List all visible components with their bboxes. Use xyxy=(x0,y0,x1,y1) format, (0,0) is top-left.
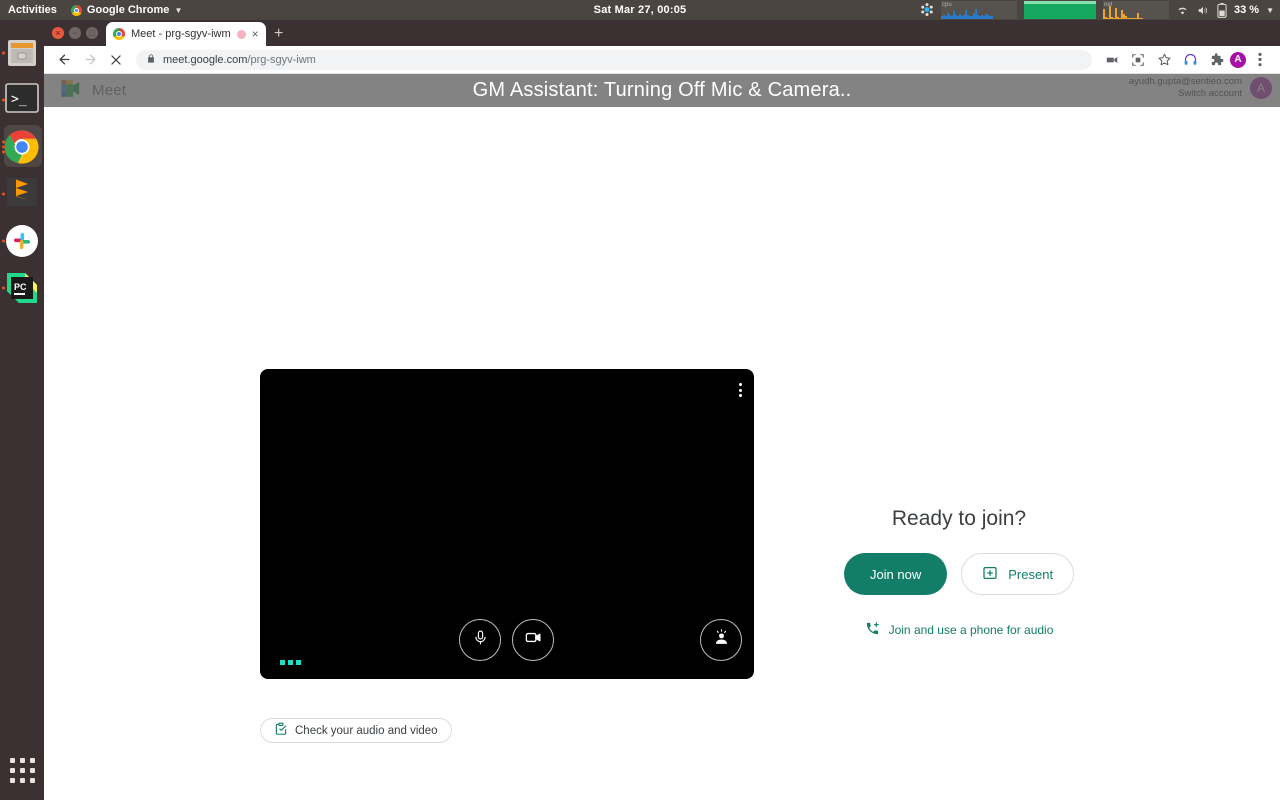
ready-to-join-title: Ready to join? xyxy=(891,507,1027,530)
network-graph-label: net xyxy=(1104,2,1113,8)
preview-controls xyxy=(260,619,754,665)
dock-item-slack[interactable] xyxy=(0,217,44,264)
meet-product-name: Meet xyxy=(92,82,127,99)
dock-item-google-chrome[interactable] xyxy=(0,123,44,170)
check-audio-video-button[interactable]: Check your audio and video xyxy=(260,718,452,743)
extensions-puzzle-icon[interactable] xyxy=(1204,48,1228,72)
dock-item-sublime-text[interactable] xyxy=(0,170,44,217)
meet-header: Meet ayudh.gupta@sentieo.com Switch acco… xyxy=(44,74,1280,107)
phone-audio-label: Join and use a phone for audio xyxy=(888,623,1054,637)
three-dot-menu-icon[interactable] xyxy=(1248,48,1272,72)
page-content: Meet ayudh.gupta@sentieo.com Switch acco… xyxy=(44,74,1280,800)
profile-avatar[interactable]: A xyxy=(1230,51,1246,68)
preview-more-options-icon[interactable] xyxy=(739,383,742,397)
gnome-top-bar: Activities Google Chrome ▼ Sat Mar 27, 0… xyxy=(0,0,1280,20)
google-meet-logo-icon xyxy=(60,79,84,103)
address-bar-url: meet.google.com/prg-sgyv-iwm xyxy=(163,54,316,66)
tab-meet[interactable]: Meet - prg-sgyv-iwm × xyxy=(106,22,266,46)
new-tab-button[interactable]: + xyxy=(266,22,292,46)
svg-text:>_: >_ xyxy=(11,92,27,107)
video-preview xyxy=(260,369,754,679)
account-avatar[interactable]: A xyxy=(1250,76,1272,99)
window-minimize-button[interactable]: − xyxy=(69,27,81,39)
qr-code-icon[interactable] xyxy=(1126,48,1150,72)
present-label: Present xyxy=(1008,566,1054,582)
system-tray: cpu mem net xyxy=(920,0,1274,20)
terminal-icon: >_ xyxy=(5,82,39,117)
window-close-button[interactable]: × xyxy=(52,27,64,39)
chrome-window: × − □ Meet - prg-sgyv-iwm × + meet.googl… xyxy=(44,20,1280,800)
account-email: ayudh.gupta@sentieo.com xyxy=(1128,76,1242,87)
show-applications-icon xyxy=(9,757,35,783)
assistant-banner-overlay: GM Assistant: Turning Off Mic & Camera.. xyxy=(44,74,1280,107)
bookmark-star-icon[interactable] xyxy=(1152,48,1176,72)
join-now-button[interactable]: Join now xyxy=(843,553,948,595)
pycharm-icon: PC xyxy=(5,271,39,305)
check-audio-video-label: Check your audio and video xyxy=(295,724,438,737)
svg-text:PC: PC xyxy=(14,282,27,292)
ubuntu-dock: >_ PC xyxy=(0,20,44,800)
forward-button[interactable] xyxy=(78,48,102,72)
battery-percent-label: 33 % xyxy=(1234,4,1260,16)
present-button[interactable]: Present xyxy=(961,553,1075,595)
visual-effects-icon xyxy=(712,628,731,652)
join-actions: Join now Present xyxy=(843,553,1075,595)
assistant-banner-text: GM Assistant: Turning Off Mic & Camera.. xyxy=(472,79,852,101)
url-host: meet.google.com xyxy=(163,53,248,66)
volume-icon[interactable] xyxy=(1196,4,1210,17)
join-panel: Ready to join? Join now Present Join and… xyxy=(814,507,1104,639)
network-graph[interactable]: net xyxy=(1103,1,1169,19)
media-cast-icon[interactable] xyxy=(1100,48,1124,72)
present-screen-icon xyxy=(982,565,998,584)
meet-logo[interactable]: Meet xyxy=(60,79,126,103)
back-button[interactable] xyxy=(52,48,76,72)
tab-close-button[interactable]: × xyxy=(252,28,259,40)
chrome-icon xyxy=(4,130,39,164)
chevron-down-icon[interactable]: ▼ xyxy=(1266,6,1274,15)
memory-graph[interactable]: mem xyxy=(1024,1,1096,19)
clipboard-check-icon xyxy=(274,722,288,739)
window-controls: × − □ xyxy=(48,20,106,46)
stop-loading-button[interactable] xyxy=(104,48,128,72)
phone-audio-link[interactable]: Join and use a phone for audio xyxy=(865,621,1054,639)
tab-strip: × − □ Meet - prg-sgyv-iwm × + xyxy=(44,20,1280,46)
phone-add-icon xyxy=(865,621,880,639)
visual-effects-toggle[interactable] xyxy=(700,619,742,661)
meet-favicon xyxy=(113,28,125,40)
dock-item-terminal[interactable]: >_ xyxy=(0,76,44,123)
sublime-text-icon xyxy=(5,177,39,211)
browser-toolbar: meet.google.com/prg-sgyv-iwm A xyxy=(44,46,1280,74)
dock-item-files[interactable] xyxy=(0,29,44,76)
camera-toggle[interactable] xyxy=(512,619,554,661)
tab-title: Meet - prg-sgyv-iwm xyxy=(131,28,231,40)
url-path: /prg-sgyv-iwm xyxy=(247,53,316,66)
show-applications-button[interactable] xyxy=(0,748,44,792)
switch-account-link[interactable]: Switch account xyxy=(1129,88,1242,100)
recording-dot-icon xyxy=(236,29,246,39)
microphone-toggle[interactable] xyxy=(459,619,501,661)
lock-icon xyxy=(146,51,156,69)
account-block: ayudh.gupta@sentieo.com Switch account A xyxy=(1129,76,1272,100)
microphone-icon xyxy=(472,629,489,651)
slack-icon xyxy=(5,224,39,258)
system-monitor-indicator-icon[interactable] xyxy=(920,2,934,19)
cpu-graph-label: cpu xyxy=(942,2,952,8)
wifi-icon[interactable] xyxy=(1176,4,1189,17)
cpu-graph[interactable]: cpu xyxy=(941,1,1017,19)
join-screen: Check your audio and video Ready to join… xyxy=(44,107,1280,800)
camera-icon xyxy=(524,628,543,652)
window-maximize-button[interactable]: □ xyxy=(86,27,98,39)
dock-item-pycharm[interactable]: PC xyxy=(0,264,44,311)
address-bar[interactable]: meet.google.com/prg-sgyv-iwm xyxy=(136,49,1092,70)
battery-icon[interactable] xyxy=(1217,2,1227,18)
files-icon xyxy=(5,36,39,70)
headphones-icon[interactable] xyxy=(1178,48,1202,72)
